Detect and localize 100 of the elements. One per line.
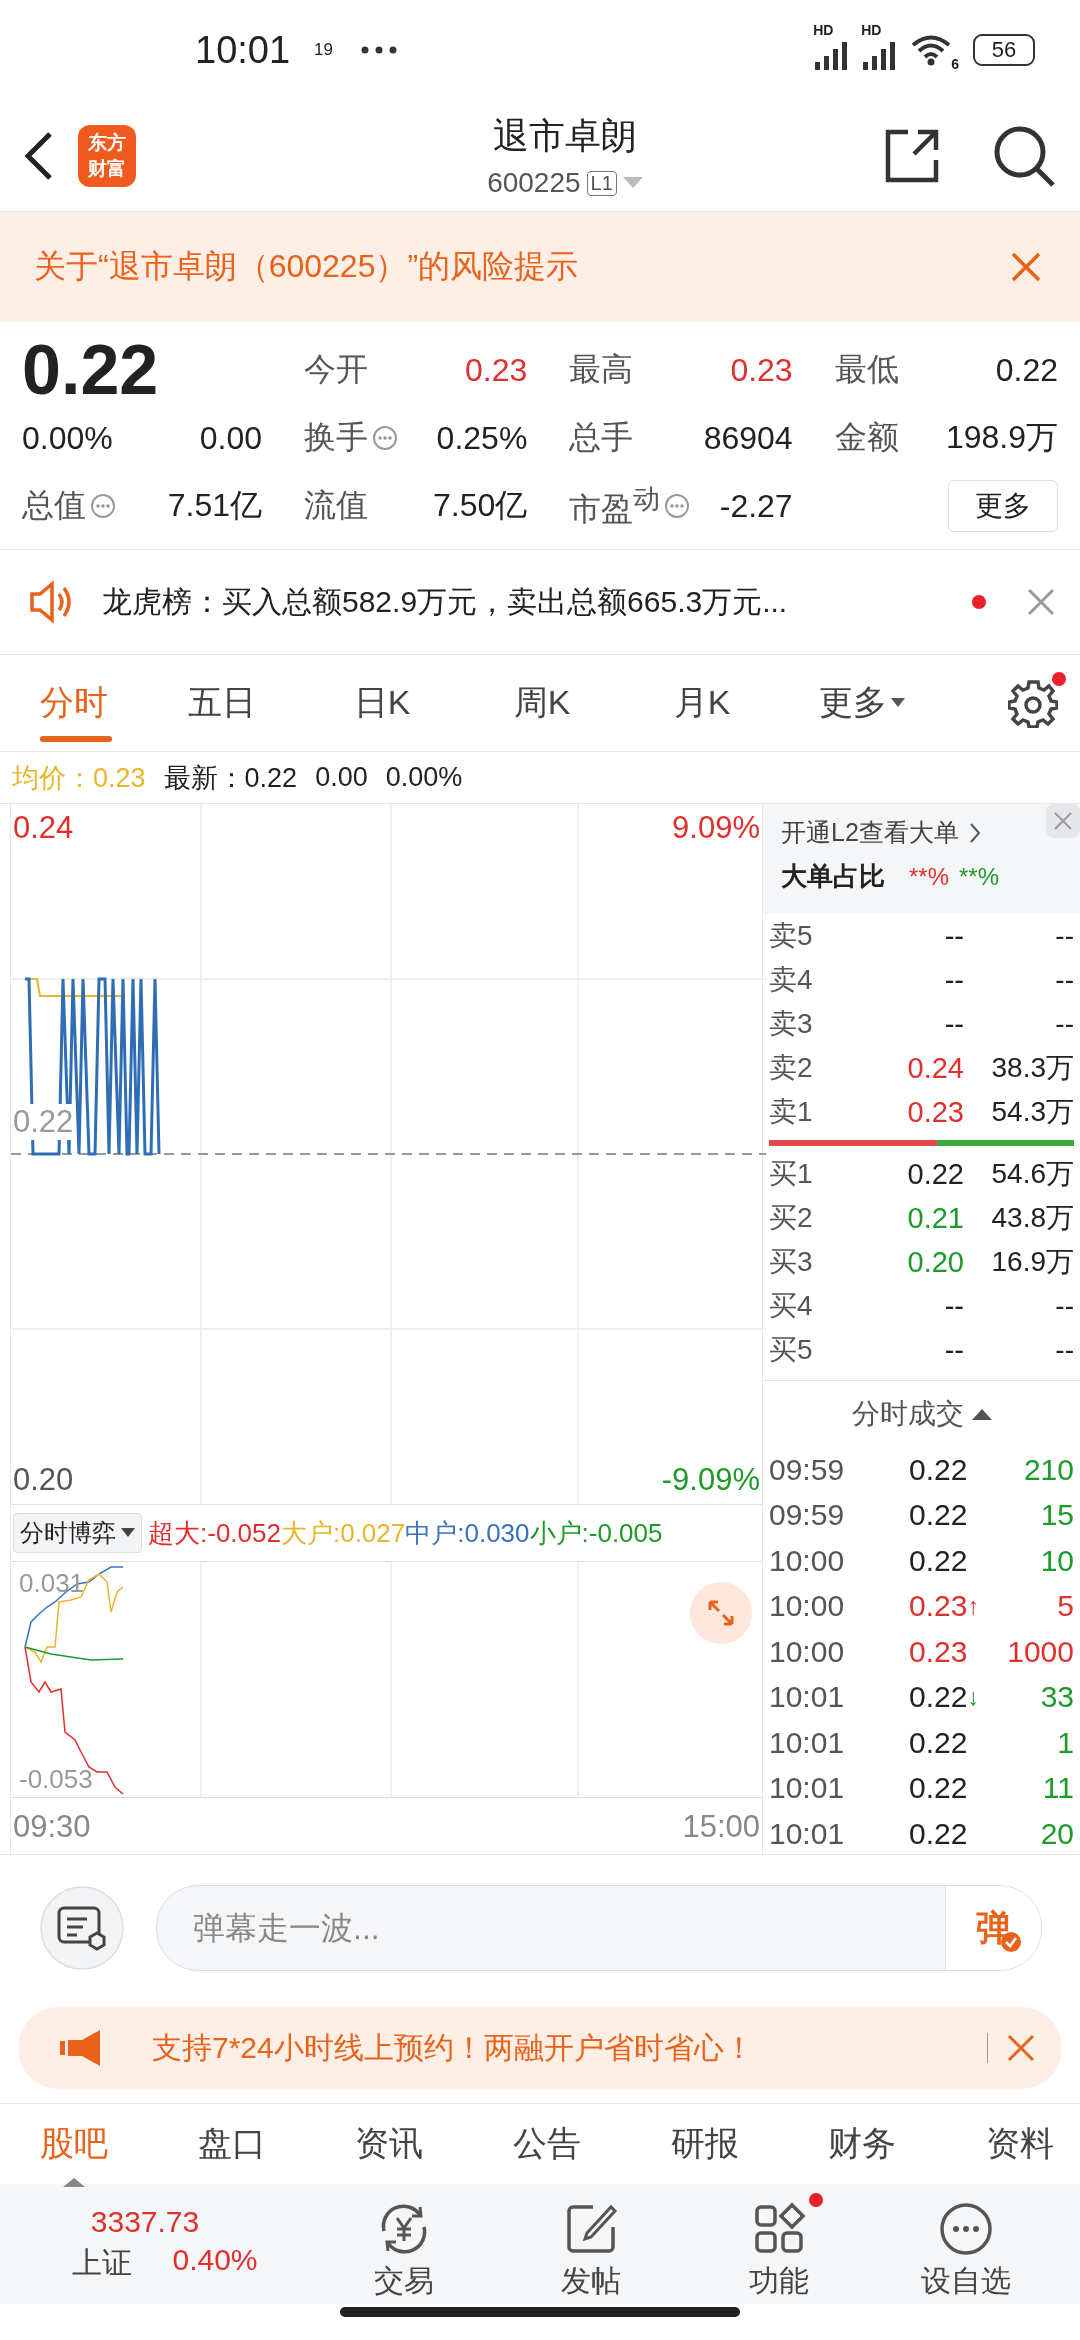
axis-label: 0.24 [13,810,74,846]
order-level: 买2 [769,1201,814,1235]
change-amount: 0.00 [199,419,262,457]
chevron-icon[interactable] [968,821,981,844]
order-volume: 54.3万 [990,1095,1074,1129]
ratio-value: **% [959,862,1000,891]
trade-time: 10:01 [769,1771,846,1806]
content-tab[interactable]: 财务 [828,2121,897,2167]
trade-price: 0.22 [909,1771,968,1806]
nav-item[interactable]: 功能 [685,2186,873,2302]
content-tab[interactable]: 资讯 [355,2121,424,2167]
collapse-icon[interactable] [971,1407,992,1421]
settings-icon[interactable] [1008,678,1058,728]
info-icon[interactable] [664,493,691,519]
order-volume: -- [1054,964,1074,996]
trade-volume: 5 [1056,1589,1074,1624]
order-price: -- [943,963,964,997]
current-price: 0.22 [22,330,159,410]
nav-item[interactable]: 发帖 [497,2186,685,2302]
trade-time: 10:01 [769,1680,846,1715]
chart-tab[interactable]: 日K [302,654,462,752]
latest-change: 0.00 [315,762,368,793]
more-icon [938,2200,995,2257]
order-price: 0.22 [906,1157,964,1191]
trade-volume: 33 [1039,1680,1074,1715]
level-badge[interactable]: L1 [586,170,617,196]
signal-label: HD [861,22,882,38]
stat-label: 最低 [834,350,899,389]
order-volume: -- [1054,920,1074,952]
trade-price: 0.22 [909,1543,968,1578]
chart-tab[interactable]: 五日 [142,654,302,752]
big-order-label: 大单占比 [781,860,885,893]
content-tab[interactable]: 资料 [985,2121,1054,2167]
chart-tab[interactable]: 更多 [782,654,942,752]
order-price: 0.21 [906,1201,964,1235]
info-icon[interactable] [372,425,398,451]
nav-item[interactable]: 交易 [310,2186,498,2302]
content-tab[interactable]: 研报 [670,2121,739,2167]
stat-label: 流值 [304,486,368,525]
close-icon[interactable] [1010,251,1042,283]
stat-label: 金额 [834,418,899,457]
content-tab[interactable]: 公告 [512,2121,581,2167]
trade-price: 0.23 [909,1589,968,1624]
stat-value: 0.23 [730,351,793,389]
comment-settings-icon[interactable] [40,1886,124,1970]
nav-item[interactable]: 设自选 [872,2186,1060,2302]
dropdown-icon[interactable] [622,177,643,189]
indicator-selector[interactable]: 分时博弈 [13,1513,142,1553]
order-price: -- [943,1007,964,1041]
stat-value: 0.22 [995,351,1058,389]
nav-label: 交易 [373,2262,434,2299]
trade-volume: 15 [1039,1498,1074,1533]
legend-item: 小户:-0.005 [529,1516,663,1550]
chart-tab[interactable]: 月K [622,654,782,752]
trade-time: 10:00 [769,1589,846,1624]
order-level: 卖4 [769,963,814,997]
trade-time: 10:00 [769,1634,846,1669]
more-button[interactable]: 更多 [948,480,1058,532]
chart-tab[interactable]: 周K [462,654,622,752]
average-price-label: 均价：0.23 [12,761,146,795]
price-chart[interactable]: 0.24 9.09% 0.22 0.20 -9.09% [11,804,762,1505]
back-icon[interactable] [24,130,54,181]
trade-time: 09:59 [769,1498,846,1533]
caret-icon [891,698,905,708]
ratio-value: **% [909,862,950,891]
index-quote[interactable]: 3337.73 上证 0.40% [20,2204,310,2284]
stat-label: 最高 [569,350,634,389]
order-price: -- [943,1289,964,1323]
trades-title[interactable]: 分时成交 [851,1395,964,1433]
order-volume: -- [1054,1334,1074,1366]
axis-label: 9.09% [672,810,760,846]
axis-label: -9.09% [661,1462,760,1498]
expand-icon[interactable] [690,1582,752,1644]
legend-item: 中户:0.030 [405,1516,530,1550]
signal-icon [815,40,850,70]
close-icon[interactable] [1046,804,1080,838]
content-tab[interactable]: 盘口 [197,2121,266,2167]
l2-upgrade-link[interactable]: 开通L2查看大单 [781,816,959,849]
trade-price: 0.22 [909,1816,968,1851]
trade-time: 10:01 [769,1816,846,1851]
close-icon[interactable] [1006,2033,1036,2063]
order-level: 卖1 [769,1095,814,1129]
stock-code: 600225 [487,167,581,199]
battery-level: 56 [991,37,1017,63]
share-icon[interactable] [884,127,940,184]
trade-volume: 1 [1056,1725,1074,1760]
close-icon[interactable] [1026,587,1056,617]
trade-price: 0.22 [909,1452,968,1487]
time-label: 15:00 [682,1809,760,1846]
caret-icon [121,1528,135,1538]
order-volume: -- [1054,1008,1074,1040]
news-ticker[interactable]: 龙虎榜：买入总额582.9万元，卖出总额665.3万元... [102,581,946,623]
order-price: 0.20 [906,1245,964,1279]
stat-value: 198.9万 [945,418,1058,457]
signal-label: HD [813,22,834,38]
stat-label: 总手 [569,418,634,457]
signal-icon [863,40,898,70]
legend-item: 大户:0.027 [280,1516,406,1550]
trade-price: 0.22 [909,1498,968,1533]
info-icon[interactable] [90,493,116,519]
